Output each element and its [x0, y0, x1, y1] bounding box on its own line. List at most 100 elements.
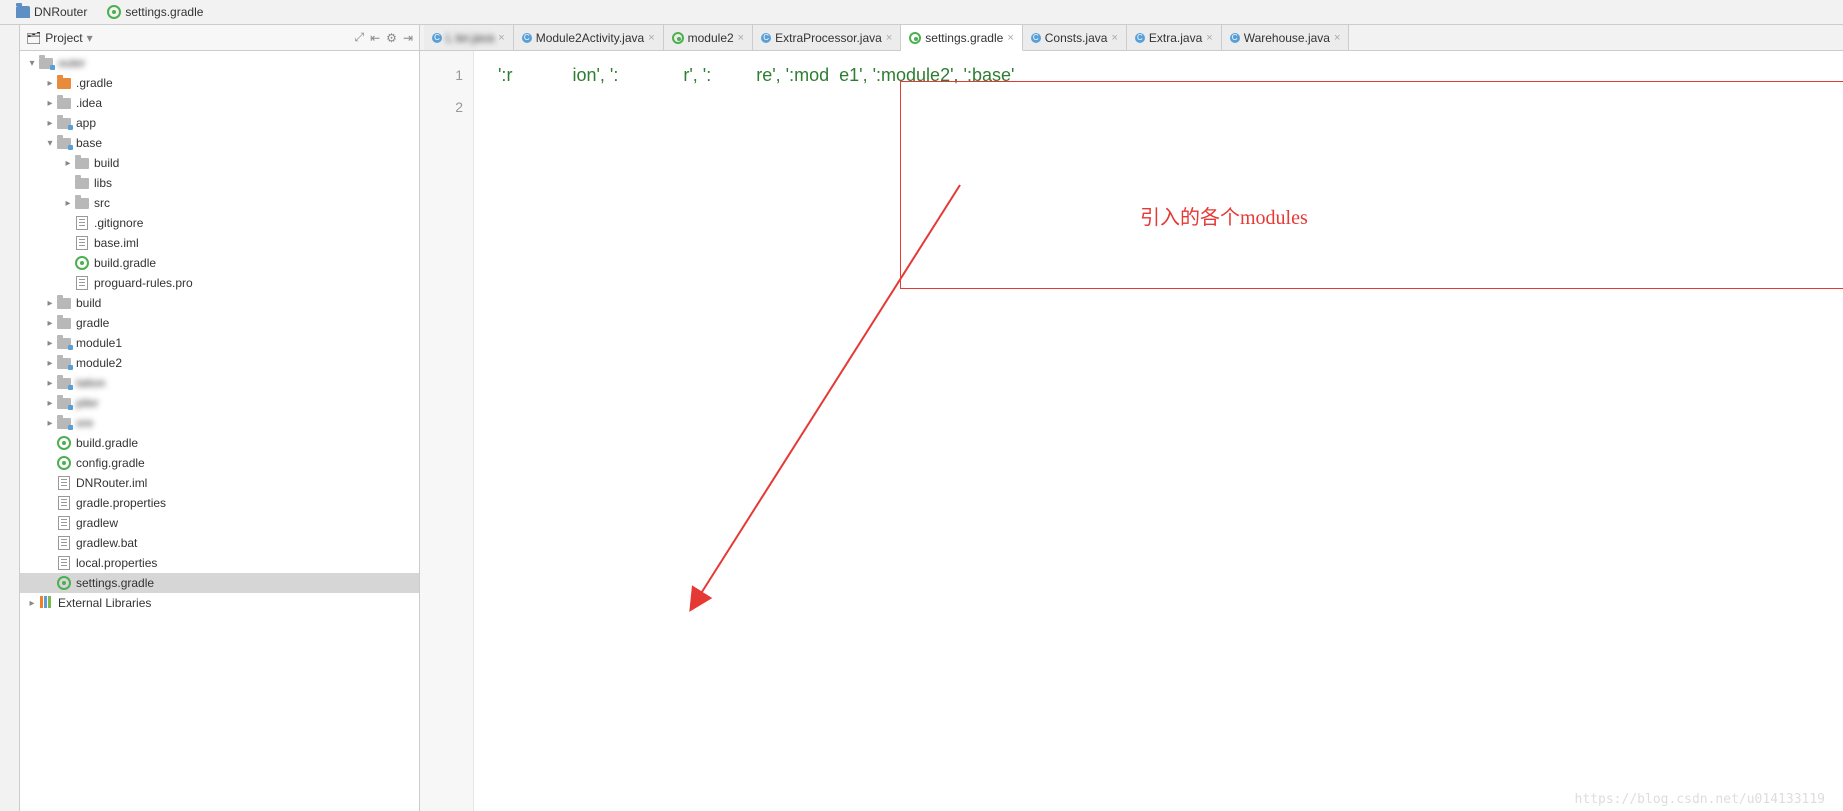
file-icon [56, 475, 72, 491]
tree-label: ore [76, 416, 93, 430]
folder-icon [56, 75, 72, 91]
tab-label: Extra.java [1149, 31, 1202, 45]
expand-arrow-icon[interactable] [44, 378, 56, 389]
hide-icon[interactable]: ⇥ [403, 31, 413, 45]
expand-arrow-icon[interactable] [44, 358, 56, 369]
expand-arrow-icon[interactable] [44, 318, 56, 329]
code-area[interactable]: ':r ion', ': r', ': re', ':mod e1', ':mo… [474, 51, 1843, 811]
close-tab-icon[interactable]: × [1206, 32, 1212, 44]
expand-arrow-icon[interactable] [62, 198, 74, 209]
breadcrumb-project[interactable]: DNRouter [6, 0, 97, 25]
view-dropdown-icon[interactable]: ▾ [87, 31, 93, 45]
tree-row[interactable]: DNRouter.iml [20, 473, 419, 493]
tree-row[interactable]: libs [20, 173, 419, 193]
close-tab-icon[interactable]: × [1007, 32, 1013, 44]
tree-label: gradlew.bat [76, 536, 137, 550]
close-tab-icon[interactable]: × [738, 32, 744, 44]
tree-label: settings.gradle [76, 576, 154, 590]
tree-row[interactable]: build [20, 153, 419, 173]
expand-arrow-icon[interactable] [26, 58, 38, 69]
file-icon [56, 495, 72, 511]
tree-row[interactable]: External Libraries [20, 593, 419, 613]
module-icon [56, 135, 72, 151]
tree-row[interactable]: piler [20, 393, 419, 413]
project-tree[interactable]: outer .gradle.ideaappbase build libssrc.git… [20, 51, 419, 811]
expand-arrow-icon[interactable] [44, 78, 56, 89]
editor-tab[interactable]: CExtraProcessor.java× [753, 25, 901, 50]
tree-row[interactable]: local.properties [20, 553, 419, 573]
close-tab-icon[interactable]: × [1334, 32, 1340, 44]
tree-label: module1 [76, 336, 122, 350]
folder-icon [56, 315, 72, 331]
expand-arrow-icon[interactable] [44, 418, 56, 429]
expand-arrow-icon[interactable] [44, 298, 56, 309]
tree-row[interactable]: ore [20, 413, 419, 433]
tree-row[interactable]: base [20, 133, 419, 153]
project-title: Project [45, 31, 82, 45]
editor-tab[interactable]: settings.gradle× [901, 25, 1022, 51]
gutter-line-2: 2 [420, 91, 463, 123]
tree-row[interactable]: outer [20, 53, 419, 73]
collapse-all-icon[interactable]: ⇤ [370, 31, 380, 45]
tree-row[interactable]: tation [20, 373, 419, 393]
tree-row[interactable]: build [20, 293, 419, 313]
tree-row[interactable]: build.gradle [20, 433, 419, 453]
breadcrumb-file-label: settings.gradle [125, 5, 203, 19]
module-icon [56, 395, 72, 411]
tree-row[interactable]: .gitignore [20, 213, 419, 233]
tree-row[interactable]: gradle.properties [20, 493, 419, 513]
tree-row[interactable]: src [20, 193, 419, 213]
tree-row[interactable]: proguard-rules.pro [20, 273, 419, 293]
editor-tab[interactable]: CWarehouse.java× [1222, 25, 1350, 50]
tree-row[interactable]: settings.gradle [20, 573, 419, 593]
tree-label: build.gradle [76, 436, 138, 450]
tree-label: External Libraries [58, 596, 151, 610]
tool-window-bar[interactable] [0, 25, 20, 811]
tree-row[interactable]: .idea [20, 93, 419, 113]
tree-label: outer [58, 56, 85, 70]
settings-gear-icon[interactable]: ⚙ [386, 31, 397, 45]
tree-label: gradlew [76, 516, 118, 530]
tree-label: build [94, 156, 119, 170]
expand-arrow-icon[interactable] [62, 158, 74, 169]
expand-arrow-icon[interactable] [44, 338, 56, 349]
expand-arrow-icon[interactable] [44, 138, 56, 149]
tree-row[interactable]: gradlew.bat [20, 533, 419, 553]
file-icon [74, 215, 90, 231]
java-class-icon: C [522, 33, 532, 43]
editor-tab[interactable]: CExtra.java× [1127, 25, 1222, 50]
close-tab-icon[interactable]: × [1111, 32, 1117, 44]
tree-label: DNRouter.iml [76, 476, 147, 490]
tree-row[interactable]: base.iml [20, 233, 419, 253]
editor-tab[interactable]: CModule2Activity.java× [514, 25, 664, 50]
tree-label: piler [76, 396, 99, 410]
close-tab-icon[interactable]: × [886, 32, 892, 44]
tree-row[interactable]: config.gradle [20, 453, 419, 473]
tree-label: config.gradle [76, 456, 145, 470]
expand-arrow-icon[interactable] [44, 398, 56, 409]
file-icon [56, 515, 72, 531]
tab-label: L ter.java [446, 31, 494, 45]
close-tab-icon[interactable]: × [498, 32, 504, 44]
expand-arrow-icon[interactable] [26, 598, 38, 609]
tree-label: build.gradle [94, 256, 156, 270]
tree-row[interactable]: module1 [20, 333, 419, 353]
project-view-icon: 🗂 [26, 31, 41, 45]
close-tab-icon[interactable]: × [648, 32, 654, 44]
annotation-text: 引入的各个modules [1140, 201, 1308, 230]
expand-arrow-icon[interactable] [44, 98, 56, 109]
tree-row[interactable]: .gradle [20, 73, 419, 93]
tree-row[interactable]: build.gradle [20, 253, 419, 273]
editor-tab[interactable]: module2× [664, 25, 753, 50]
expand-arrow-icon[interactable] [44, 118, 56, 129]
module-icon [38, 55, 54, 71]
editor-tab[interactable]: CL ter.java× [424, 25, 514, 50]
tree-row[interactable]: app [20, 113, 419, 133]
code-line-1: ':r ion', ': r', ': re', ':mod e1', ':mo… [498, 59, 1833, 91]
breadcrumb-file[interactable]: settings.gradle [97, 0, 213, 25]
tree-row[interactable]: gradle [20, 313, 419, 333]
tree-row[interactable]: module2 [20, 353, 419, 373]
autoscroll-icon[interactable]: ⤢ [355, 30, 365, 45]
tree-row[interactable]: gradlew [20, 513, 419, 533]
editor-tab[interactable]: CConsts.java× [1023, 25, 1127, 50]
